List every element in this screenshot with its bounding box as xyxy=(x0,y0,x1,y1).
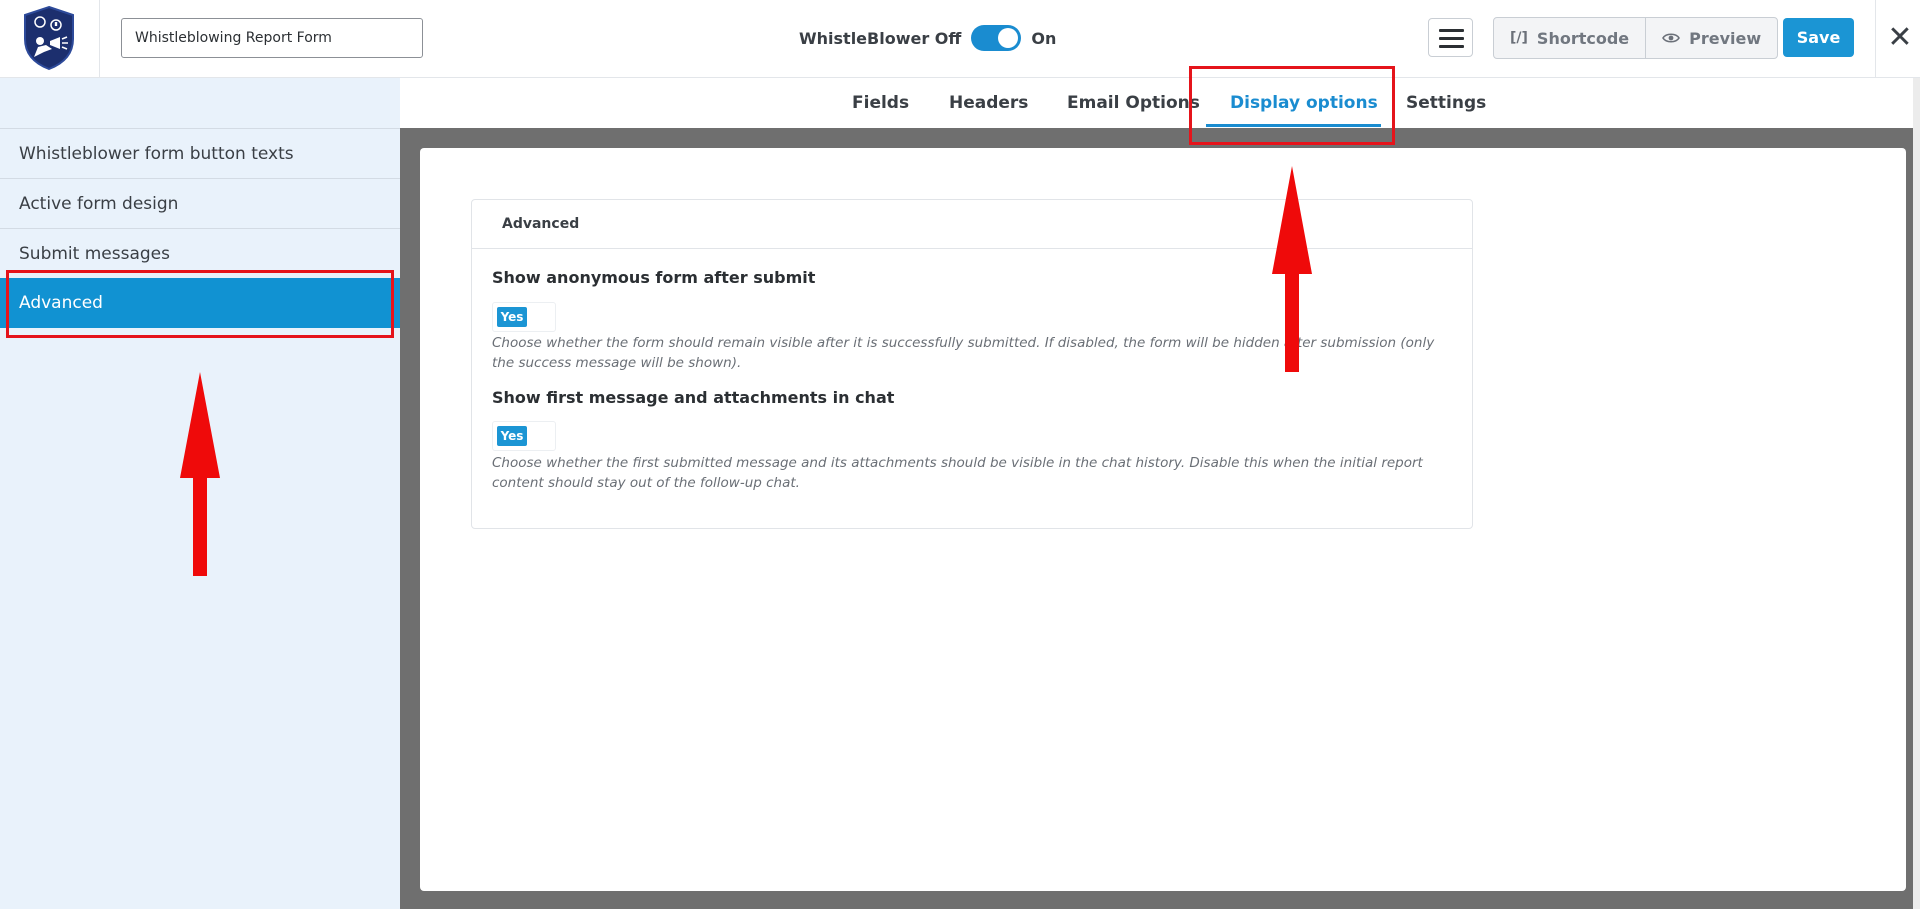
sidebar-item-button-texts[interactable]: Whistleblower form button texts xyxy=(0,128,400,178)
save-button[interactable]: Save xyxy=(1783,18,1854,57)
tab-headers[interactable]: Headers xyxy=(949,93,1028,113)
logo-divider xyxy=(99,0,100,78)
toggle-knob xyxy=(998,28,1019,48)
toggle-off-label: WhistleBlower Off xyxy=(799,28,962,48)
whistleblower-toggle-switch[interactable] xyxy=(971,25,1022,51)
highlight-box-advanced xyxy=(6,270,394,338)
shortcode-brackets-icon: [/] xyxy=(1510,30,1528,46)
option-description: Choose whether the first submitted messa… xyxy=(492,455,1423,491)
hamburger-line xyxy=(1439,29,1464,32)
first-message-in-chat-toggle[interactable]: Yes xyxy=(492,421,556,451)
show-form-after-submit-toggle[interactable]: Yes xyxy=(492,302,556,332)
form-title-input[interactable] xyxy=(121,18,423,58)
shortcode-preview-group: [/] Shortcode Preview xyxy=(1493,17,1779,59)
option-title-first-message-in-chat: Show first message and attachments in ch… xyxy=(492,388,895,407)
toggle-yes-label: Yes xyxy=(497,426,527,446)
settings-tabs: Fields Headers Email Options Display opt… xyxy=(400,78,1920,128)
hamburger-menu-button[interactable] xyxy=(1428,18,1473,57)
shortcode-label: Shortcode xyxy=(1536,28,1630,48)
tab-settings[interactable]: Settings xyxy=(1406,93,1486,113)
eye-icon xyxy=(1662,33,1681,43)
tab-fields[interactable]: Fields xyxy=(852,93,909,113)
option-title-show-form-after-submit: Show anonymous form after submit xyxy=(492,268,816,287)
toggle-yes-label: Yes xyxy=(497,307,527,327)
preview-label: Preview xyxy=(1689,28,1762,48)
page-scroll-edge xyxy=(1913,78,1920,909)
hamburger-line xyxy=(1439,45,1464,48)
highlight-box-display-options xyxy=(1189,66,1395,145)
red-arrow-up-icon xyxy=(1272,166,1312,372)
toggle-on-label: On xyxy=(1031,28,1057,48)
whistleblower-shield-logo-icon xyxy=(24,5,74,71)
close-icon[interactable]: ✕ xyxy=(1886,20,1914,56)
red-arrow-up-icon xyxy=(180,372,220,576)
card-title: Advanced xyxy=(472,200,1472,249)
preview-button[interactable]: Preview xyxy=(1645,18,1777,58)
hamburger-line xyxy=(1439,37,1464,40)
whistleblower-toggle-group: WhistleBlower Off On xyxy=(799,25,1057,51)
top-header: WhistleBlower Off On [/] Shortcode Previ… xyxy=(0,0,1920,78)
header-right-divider xyxy=(1875,0,1876,78)
advanced-settings-card: Advanced Show anonymous form after submi… xyxy=(471,199,1473,529)
tab-email-options[interactable]: Email Options xyxy=(1067,93,1200,113)
sidebar-item-active-form-design[interactable]: Active form design xyxy=(0,178,400,228)
shortcode-button[interactable]: [/] Shortcode xyxy=(1494,18,1645,58)
